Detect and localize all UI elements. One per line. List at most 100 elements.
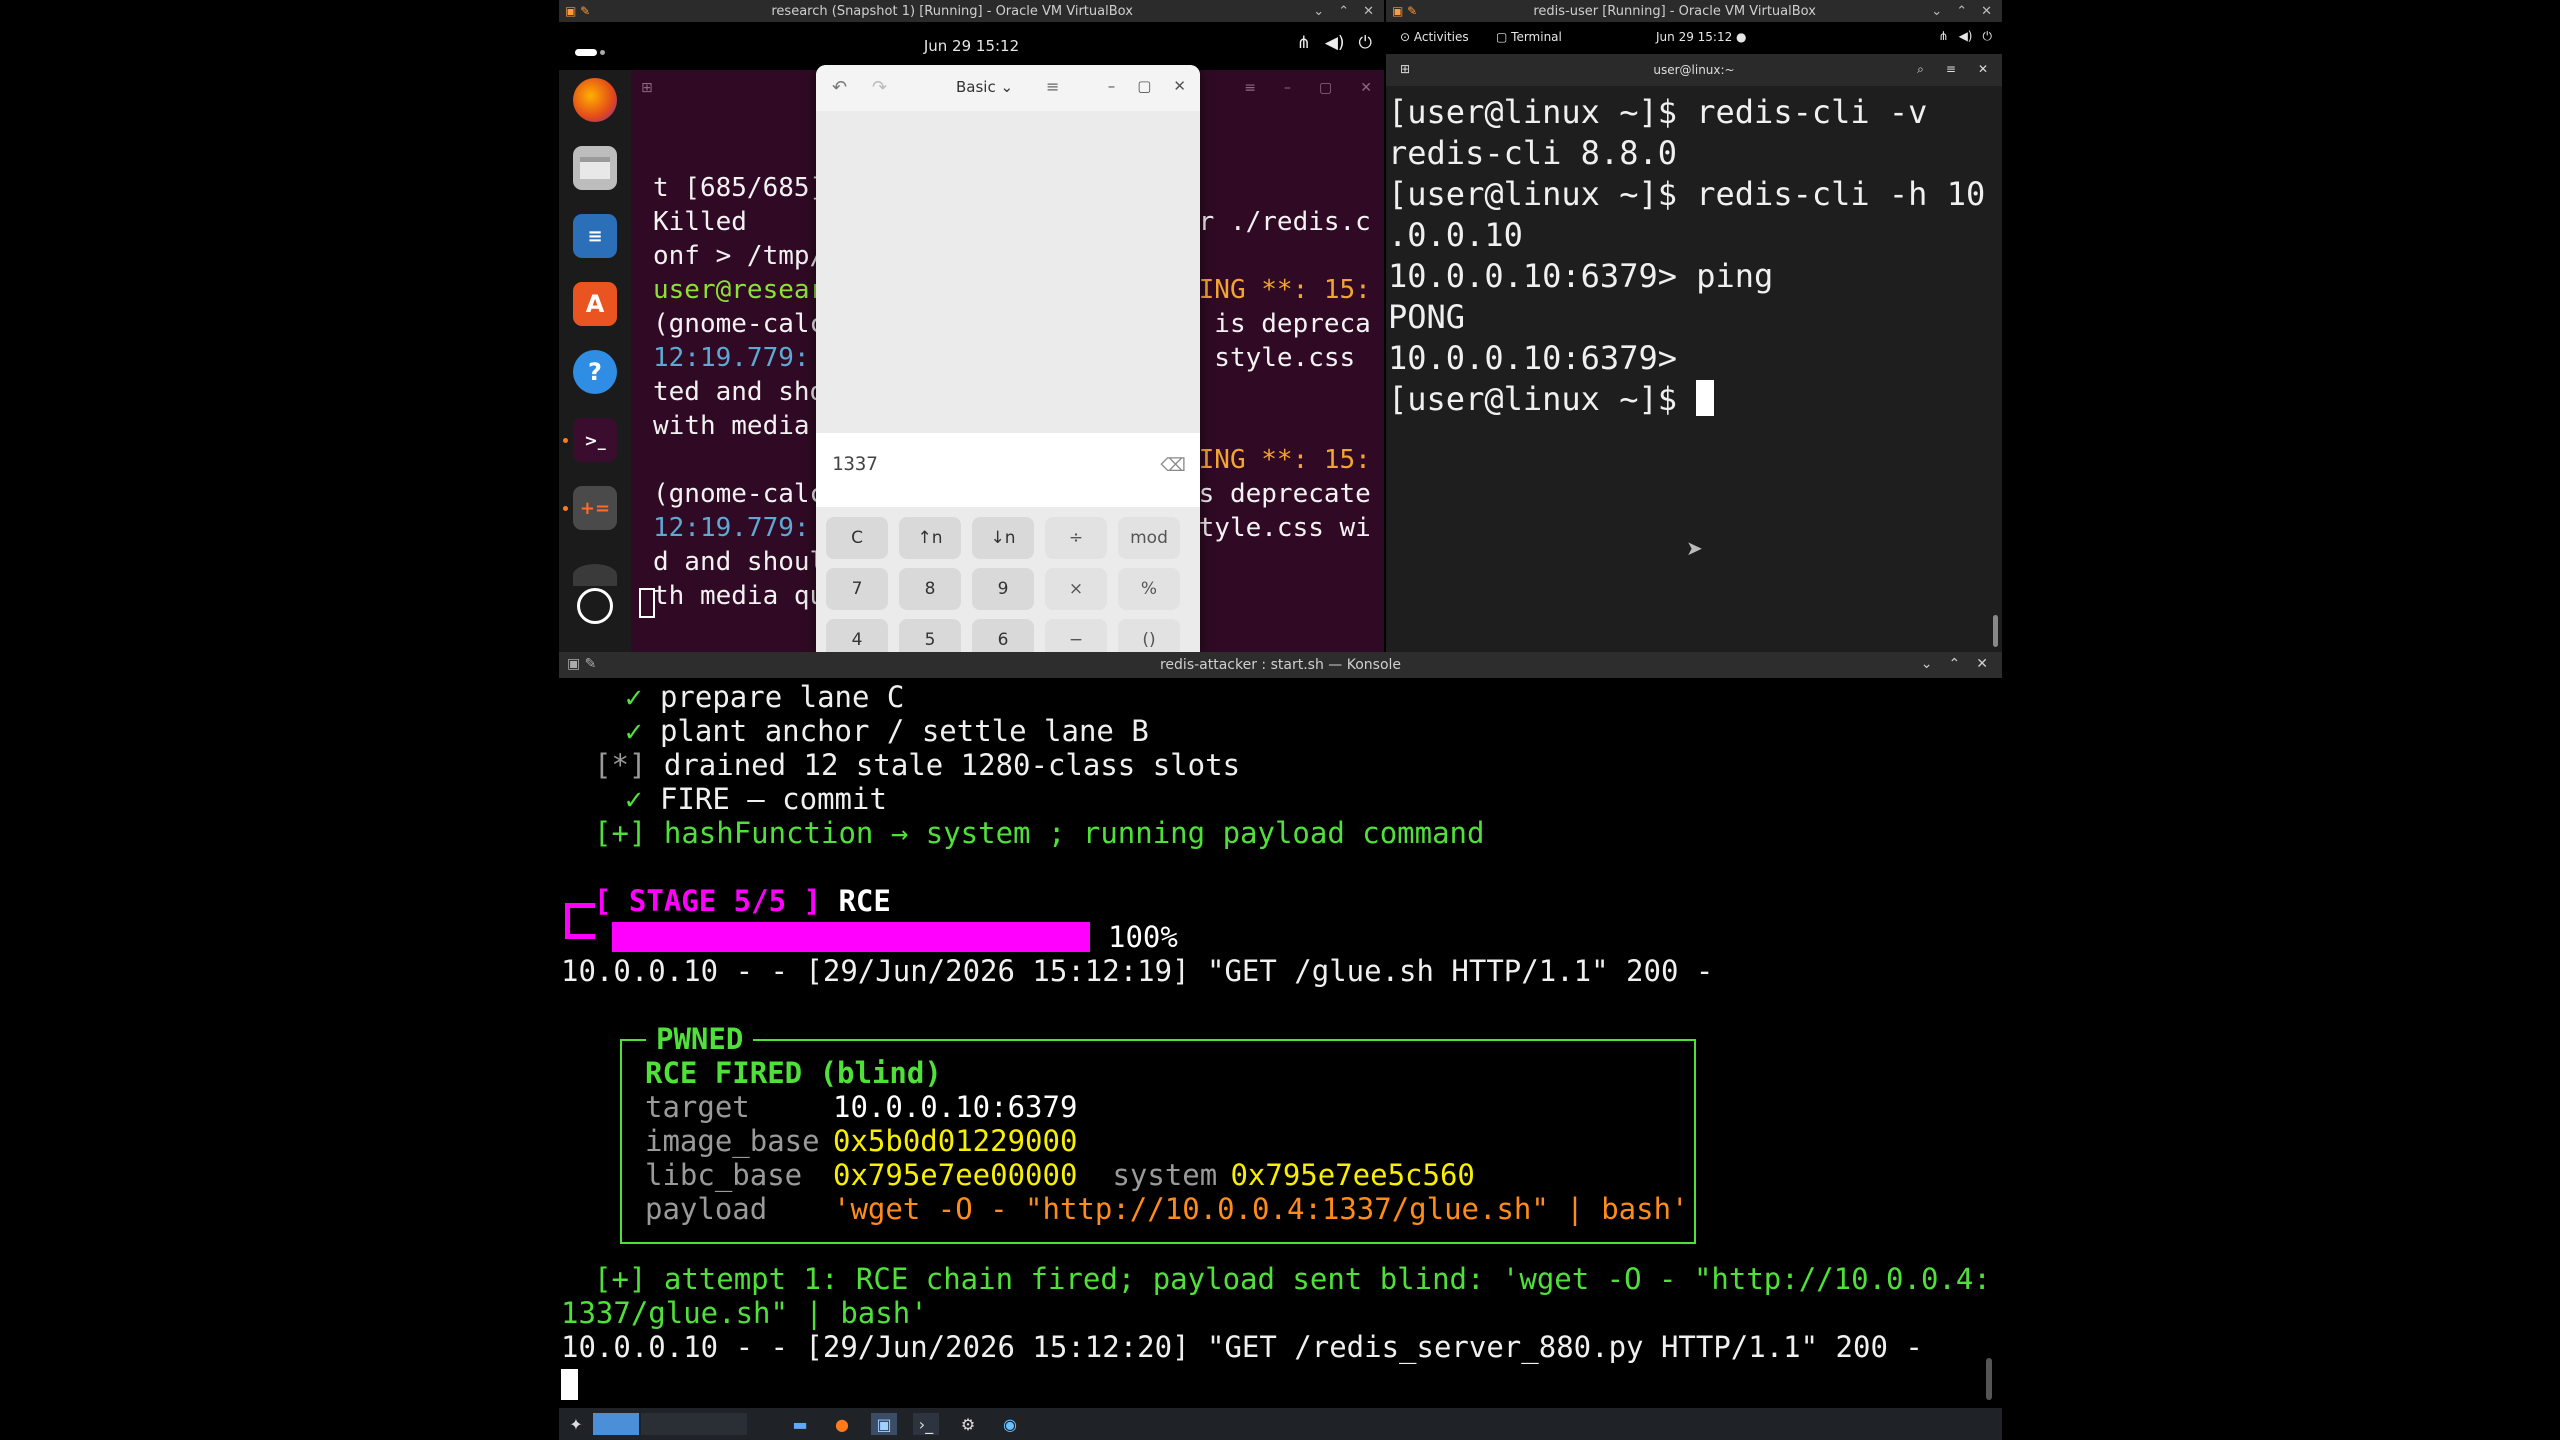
fire-line: ✓ FIRE — commit (625, 782, 887, 816)
terminal-line: is deprecate (1183, 479, 1371, 509)
minimize-icon[interactable]: ⌄ (1931, 4, 1942, 19)
maximize-icon[interactable]: ⌃ (1338, 4, 1349, 19)
vm-window-redis-user[interactable]: ▣ ✎ redis-user [Running] - Oracle VM Vir… (1386, 0, 2002, 652)
maximize-icon[interactable]: ⌃ (1949, 656, 1961, 672)
terminal-line-text: redis-cli 8.8.0 (1388, 134, 1677, 172)
calc-key[interactable]: () (1118, 619, 1180, 655)
calc-key[interactable]: % (1118, 568, 1180, 610)
menu-icon[interactable]: ≡ (1946, 62, 1956, 77)
desktop-pager[interactable] (593, 1413, 639, 1435)
close-icon[interactable]: ✕ (1981, 4, 1992, 19)
maximize-icon[interactable]: ▢ (1319, 80, 1332, 96)
firefox-icon[interactable]: ● (829, 1413, 855, 1435)
calculator-active-dot (563, 506, 568, 511)
app-center-icon[interactable]: A (573, 282, 617, 326)
clock[interactable]: Jun 29 15:12 ● (1656, 30, 1747, 44)
calculator-window[interactable]: ↶ ↷ Basic ⌄ ≡ – ▢ ✕ 1337 ⌫ C ↑n ↓n ÷ mod 7 8 9 ×% 4… (816, 65, 1200, 655)
firefox-icon[interactable] (573, 78, 617, 122)
close-icon[interactable]: ✕ (1976, 656, 1988, 672)
redo-icon[interactable]: ↷ (872, 77, 887, 98)
maximize-icon[interactable]: ▢ (1137, 77, 1151, 95)
close-icon[interactable]: ✕ (1978, 62, 1988, 77)
writer-icon[interactable]: ≡ (573, 214, 617, 258)
terminal-cursor (1696, 380, 1715, 416)
app-menu[interactable]: ▢ Terminal (1496, 30, 1562, 44)
help-icon[interactable]: ? (573, 350, 617, 394)
calc-key[interactable]: × (1045, 568, 1107, 610)
terminal-line: user@researc (653, 275, 841, 305)
drive-icon[interactable] (573, 564, 617, 586)
settings-icon[interactable]: ⚙ (955, 1413, 981, 1435)
clock[interactable]: Jun 29 15:12 (559, 37, 1384, 55)
minimize-icon[interactable]: – (1284, 80, 1291, 96)
calc-key[interactable]: 8 (899, 568, 961, 610)
calc-entry[interactable]: 1337 ⌫ (816, 433, 1200, 507)
minimize-icon[interactable]: ⌄ (1921, 656, 1933, 672)
network-icon[interactable]: ⋔ (1297, 33, 1311, 53)
host-taskbar: ✦ ▬ ● ▣ ›_ ⚙ ◉ (559, 1408, 2002, 1440)
system-tray[interactable]: ⋔ ◀) ⏻ (1939, 29, 1992, 44)
calc-key[interactable]: ↑n (899, 517, 961, 559)
close-icon[interactable]: ✕ (1173, 77, 1186, 95)
konsole-icon[interactable]: ›_ (913, 1413, 939, 1435)
power-icon[interactable]: ⏻ (1359, 33, 1372, 53)
volume-icon[interactable]: ◀) (1959, 29, 1973, 44)
search-icon[interactable]: ⌕ (1917, 62, 1924, 77)
virtualbox-icon[interactable]: ▣ (871, 1413, 897, 1435)
konsole-cursor (561, 1369, 578, 1400)
calc-key[interactable]: 6 (972, 619, 1034, 655)
network-icon[interactable]: ⋔ (1939, 29, 1949, 44)
maximize-icon[interactable]: ⌃ (1956, 4, 1967, 19)
new-tab-icon[interactable]: ⊞ (641, 80, 653, 96)
terminal-line: 12:19.779: T (653, 513, 841, 543)
http-log-line: 10.0.0.10 - - [29/Jun/2026 15:12:20] "GE… (561, 1330, 1923, 1364)
calc-key[interactable]: C (826, 517, 888, 559)
virtualbox-icon: ▣ ✎ (1392, 4, 1418, 18)
app-launcher-icon[interactable]: ✦ (565, 1413, 587, 1435)
vm-titlebar[interactable]: ▣ ✎ research (Snapshot 1) [Running] - Or… (559, 0, 1384, 22)
konsole-titlebar[interactable]: ▣ ✎ redis-attacker : start.sh — Konsole … (559, 652, 2002, 678)
backspace-icon[interactable]: ⌫ (1161, 455, 1186, 476)
scrollbar[interactable] (1993, 615, 1998, 647)
close-icon[interactable]: ✕ (1363, 4, 1374, 19)
menu-icon[interactable]: ≡ (1046, 77, 1059, 96)
calculator-icon[interactable]: += (573, 486, 617, 530)
calc-key[interactable]: 4 (826, 619, 888, 655)
calc-key[interactable]: ↓n (972, 517, 1034, 559)
calc-key[interactable]: mod (1118, 517, 1180, 559)
stage-line: [ STAGE 5/5 ] RCE (594, 884, 891, 918)
calc-key[interactable]: 7 (826, 568, 888, 610)
rce-headline: RCE FIRED (blind) (645, 1056, 942, 1090)
calc-history (816, 111, 1200, 433)
volume-icon[interactable]: ◀) (1325, 33, 1345, 53)
terminal-line: Killed (653, 207, 747, 237)
calc-key[interactable]: 5 (899, 619, 961, 655)
undo-icon[interactable]: ↶ (832, 77, 847, 98)
browser-icon[interactable]: ◉ (997, 1413, 1023, 1435)
terminal-icon[interactable]: >_ (573, 418, 617, 462)
terminal-line-text: [user@linux ~]$ (1388, 380, 1697, 418)
terminal-line-text: 10.0.0.10:6379> (1388, 339, 1697, 377)
files-icon[interactable]: ▬ (787, 1413, 813, 1435)
close-icon[interactable]: ✕ (1360, 80, 1372, 96)
system-tray[interactable]: ⋔ ◀) ⏻ (1297, 33, 1372, 53)
terminal-line: onf > /tmp/r (653, 241, 841, 271)
terminal-line: t [685/685] (653, 173, 826, 203)
menu-icon[interactable]: ≡ (1244, 80, 1256, 96)
activities-button[interactable]: ⊙ Activities (1400, 30, 1469, 44)
terminal-header: ⊞ user@linux:~ ⌕ ≡ ✕ (1386, 54, 2002, 86)
calc-key[interactable]: − (1045, 619, 1107, 655)
files-icon[interactable] (573, 146, 617, 190)
calc-key[interactable]: 9 (972, 568, 1034, 610)
desktop-pager-2[interactable] (641, 1413, 747, 1435)
power-icon[interactable]: ⏻ (1983, 29, 1993, 44)
pwned-title: PWNED (646, 1022, 754, 1056)
scrollbar[interactable] (1986, 1358, 1992, 1400)
vm-titlebar[interactable]: ▣ ✎ redis-user [Running] - Oracle VM Vir… (1386, 0, 2002, 22)
calc-key[interactable]: ÷ (1045, 517, 1107, 559)
minimize-icon[interactable]: – (1108, 77, 1116, 95)
show-apps-icon[interactable] (577, 588, 613, 624)
terminal-line-text: 10.0.0.10:6379> ping (1388, 257, 1774, 295)
minimize-icon[interactable]: ⌄ (1313, 4, 1324, 19)
mode-selector[interactable]: Basic ⌄ (956, 78, 1013, 96)
